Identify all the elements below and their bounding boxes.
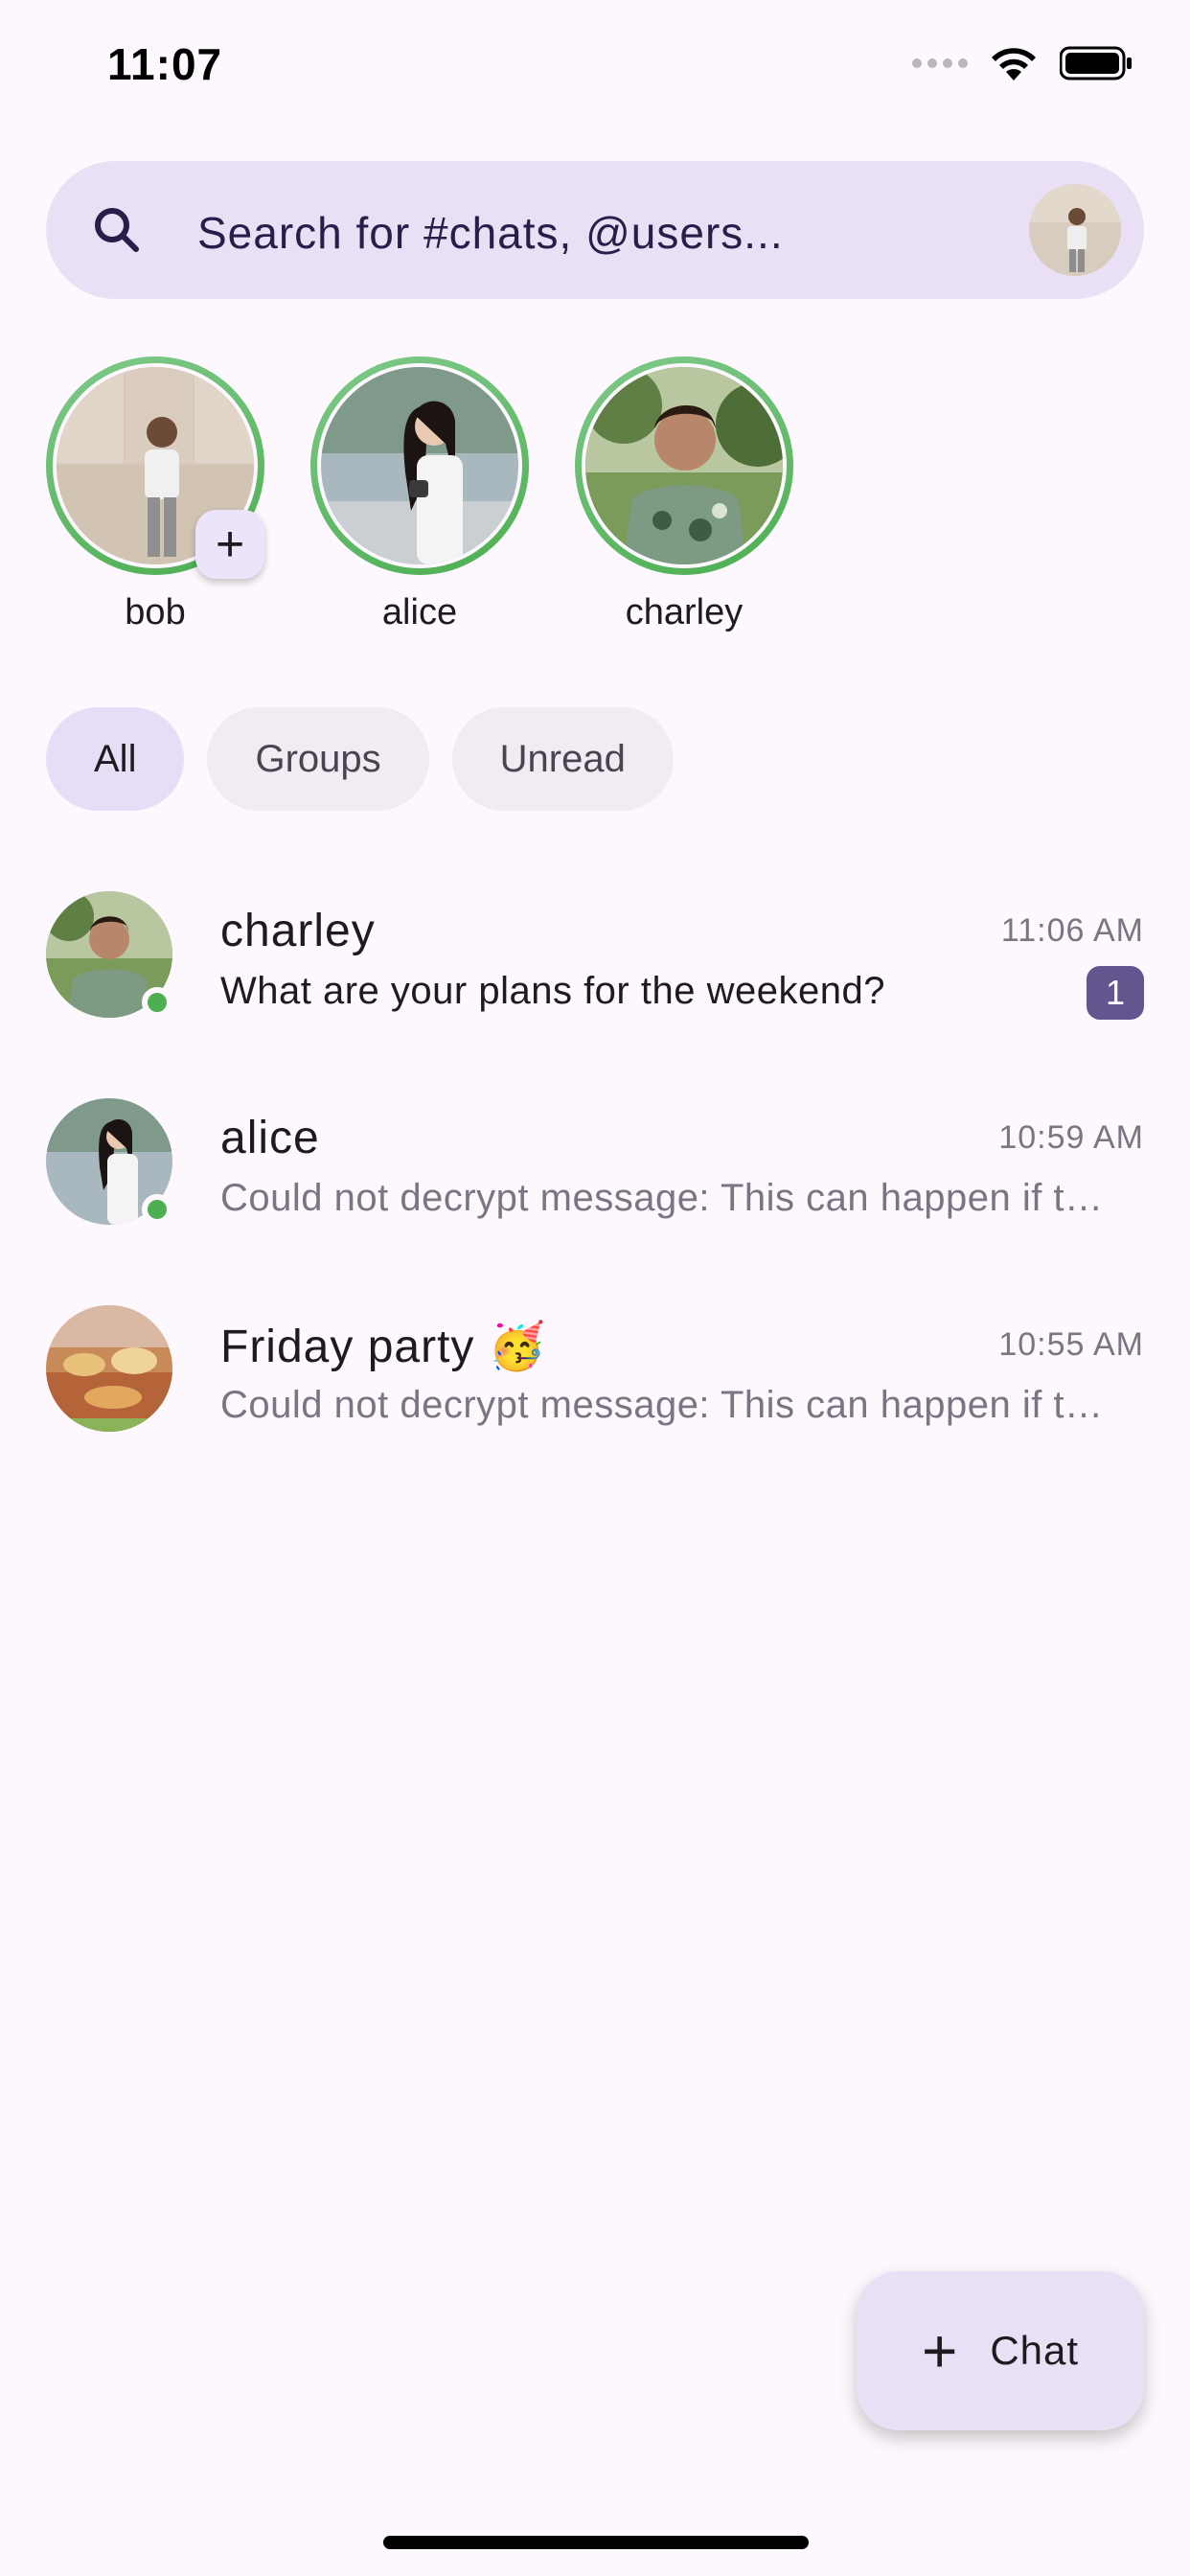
chat-time: 10:55 AM: [998, 1326, 1144, 1363]
chat-name: alice: [220, 1113, 320, 1163]
story-alice[interactable]: alice: [310, 356, 529, 644]
status-time: 11:07: [107, 39, 223, 89]
story-label: alice: [381, 592, 458, 632]
avatar: [46, 1305, 172, 1432]
plus-icon: +: [921, 2316, 958, 2385]
chat-time: 11:06 AM: [1000, 912, 1144, 949]
new-chat-button[interactable]: + Chat: [857, 2271, 1144, 2430]
chat-name: Friday party 🥳: [220, 1322, 547, 1372]
filter-chip-unread[interactable]: Unread: [451, 707, 674, 811]
stories-row: + bob alice charley: [46, 356, 1144, 644]
chat-preview: What are your plans for the weekend?: [220, 970, 885, 1012]
chat-name: charley: [220, 906, 376, 956]
status-icons: [912, 44, 1133, 82]
search-icon: [88, 201, 146, 259]
story-ring: [310, 356, 529, 575]
cellular-signal-icon: [912, 58, 968, 68]
filter-chip-groups[interactable]: Groups: [207, 707, 429, 811]
unread-badge: 1: [1087, 966, 1144, 1020]
battery-icon: [1060, 45, 1133, 81]
search-bar[interactable]: Search for #chats, @users...: [46, 161, 1144, 299]
filter-chip-all[interactable]: All: [46, 707, 185, 811]
story-charley[interactable]: charley: [575, 356, 793, 644]
profile-avatar[interactable]: [1029, 184, 1121, 276]
status-bar: 11:07: [0, 0, 1190, 134]
filter-chips: All Groups Unread: [46, 707, 674, 811]
online-indicator: [142, 1194, 172, 1225]
online-indicator: [142, 987, 172, 1018]
add-story-button[interactable]: +: [195, 510, 264, 579]
chat-row-alice[interactable]: alice 10:59 AM Could not decrypt message…: [0, 1070, 1190, 1276]
story-label: charley: [625, 592, 744, 632]
avatar: [321, 367, 518, 564]
wifi-icon: [989, 44, 1039, 82]
search-input[interactable]: Search for #chats, @users...: [197, 207, 784, 259]
home-indicator[interactable]: [383, 2536, 809, 2549]
story-ring: [575, 356, 793, 575]
chat-time: 10:59 AM: [998, 1119, 1144, 1156]
chat-preview: Could not decrypt message: This can happ…: [220, 1177, 1121, 1219]
new-chat-label: Chat: [990, 2328, 1080, 2373]
chat-preview: Could not decrypt message: This can happ…: [220, 1384, 1121, 1426]
story-label: bob: [125, 592, 186, 632]
chat-row-charley[interactable]: charley 11:06 AM What are your plans for…: [0, 862, 1190, 1070]
chat-list: charley 11:06 AM What are your plans for…: [0, 862, 1190, 1484]
story-bob[interactable]: + bob: [46, 356, 264, 644]
avatar: [585, 367, 783, 564]
chat-row-friday-party[interactable]: Friday party 🥳 10:55 AM Could not decryp…: [0, 1276, 1190, 1484]
